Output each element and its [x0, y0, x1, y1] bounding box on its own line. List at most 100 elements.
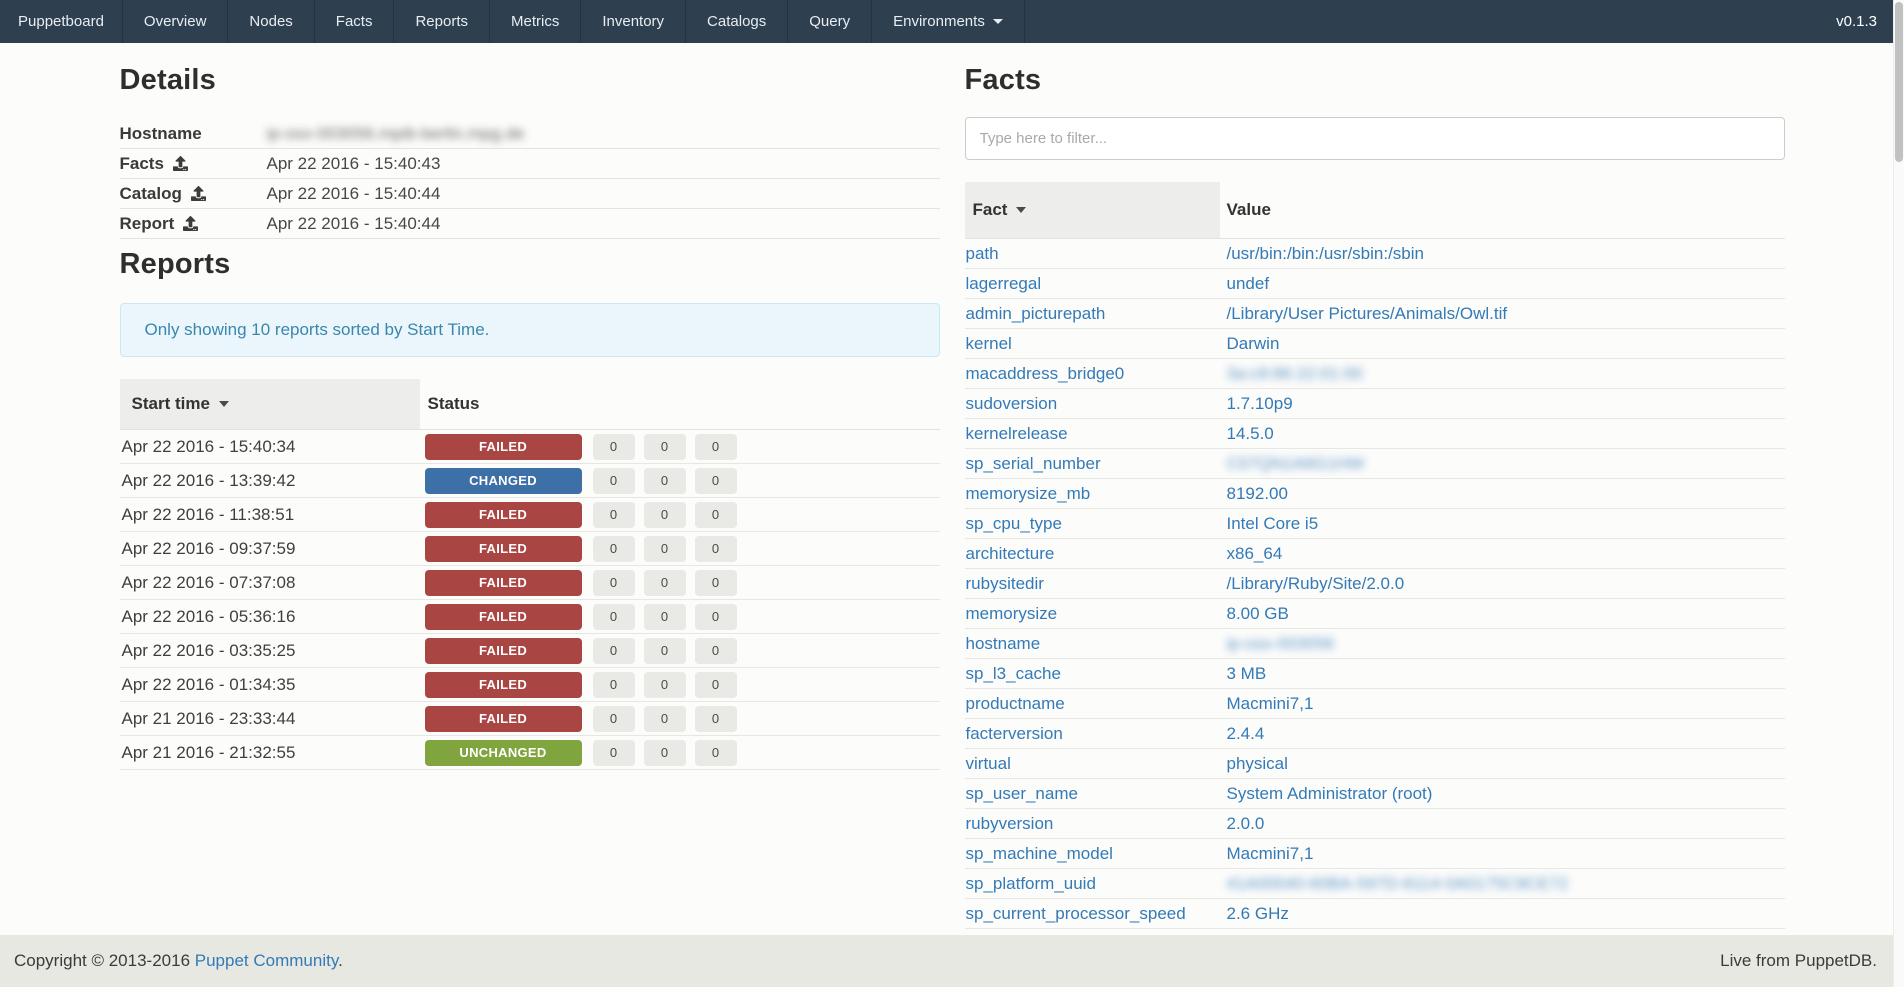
- nav-item-environments[interactable]: Environments: [872, 0, 1025, 43]
- fact-name-link[interactable]: kernelrelease: [966, 424, 1068, 443]
- facts-filter-input[interactable]: [965, 117, 1785, 160]
- nav-item-label: Nodes: [249, 13, 292, 30]
- fact-value-link[interactable]: /usr/bin:/bin:/usr/sbin:/sbin: [1227, 244, 1424, 263]
- fact-value-link[interactable]: Macmini7,1: [1227, 694, 1314, 713]
- status-badge[interactable]: FAILED: [425, 502, 582, 528]
- fact-value-link[interactable]: 8192.00: [1227, 484, 1288, 503]
- column-header-fact[interactable]: Fact: [965, 182, 1220, 239]
- fact-name-link[interactable]: lagerregal: [966, 274, 1042, 293]
- fact-name-link[interactable]: rubysitedir: [966, 574, 1044, 593]
- node-details-column: Details Hostname ip-osx-003056.mpib-berl…: [120, 43, 940, 929]
- puppet-community-link[interactable]: Puppet Community: [195, 951, 338, 970]
- fact-value-link[interactable]: System Administrator (root): [1227, 784, 1433, 803]
- fact-name-link[interactable]: path: [966, 244, 999, 263]
- fact-row: architecture x86_64: [965, 539, 1785, 569]
- fact-row: lagerregal undef: [965, 269, 1785, 299]
- status-badge[interactable]: FAILED: [425, 570, 582, 596]
- fact-value-link[interactable]: x86_64: [1227, 544, 1283, 563]
- count-badge: 0: [593, 468, 635, 494]
- fact-value-link[interactable]: Intel Core i5: [1227, 514, 1319, 533]
- status-badge[interactable]: CHANGED: [425, 468, 582, 494]
- fact-value-link[interactable]: /Library/User Pictures/Animals/Owl.tif: [1227, 304, 1508, 323]
- navbar-items: Overview Nodes Facts Reports Metrics Inv…: [123, 0, 1025, 43]
- fact-name-link[interactable]: productname: [966, 694, 1065, 713]
- status-badge[interactable]: FAILED: [425, 638, 582, 664]
- fact-value-link[interactable]: 41A00040-60BA-597D-8114-0A0175C9CE72: [1227, 874, 1569, 893]
- status-badge[interactable]: FAILED: [425, 604, 582, 630]
- fact-name-link[interactable]: macaddress_bridge0: [966, 364, 1125, 383]
- fact-name-link[interactable]: sp_current_processor_speed: [966, 904, 1186, 923]
- scrollbar-track[interactable]: [1893, 0, 1904, 987]
- nav-item-nodes[interactable]: Nodes: [228, 0, 314, 43]
- fact-value-link[interactable]: physical: [1227, 754, 1288, 773]
- fact-value-link[interactable]: Darwin: [1227, 334, 1280, 353]
- fact-row: sp_user_name System Administrator (root): [965, 779, 1785, 809]
- nav-item-facts[interactable]: Facts: [315, 0, 395, 43]
- nav-item-metrics[interactable]: Metrics: [490, 0, 581, 43]
- report-start-time: Apr 22 2016 - 11:38:51: [120, 498, 420, 532]
- fact-name-link[interactable]: virtual: [966, 754, 1011, 773]
- count-badge: 0: [644, 434, 686, 460]
- fact-value-link[interactable]: 14.5.0: [1227, 424, 1274, 443]
- scrollbar-thumb[interactable]: [1895, 2, 1903, 162]
- upload-icon[interactable]: [191, 186, 206, 201]
- fact-name-link[interactable]: sp_l3_cache: [966, 664, 1061, 683]
- fact-value-link[interactable]: 3a:c9:86:22:01:00: [1227, 364, 1363, 383]
- fact-value-link[interactable]: 8.00 GB: [1227, 604, 1289, 623]
- fact-value-link[interactable]: ip-osx-003056: [1227, 634, 1335, 653]
- fact-name-link[interactable]: architecture: [966, 544, 1055, 563]
- fact-row: virtual physical: [965, 749, 1785, 779]
- fact-name-link[interactable]: kernel: [966, 334, 1012, 353]
- nav-item-label: Inventory: [602, 13, 664, 30]
- fact-name-link[interactable]: memorysize: [966, 604, 1058, 623]
- fact-name-link[interactable]: memorysize_mb: [966, 484, 1091, 503]
- fact-value-link[interactable]: undef: [1227, 274, 1270, 293]
- fact-name-link[interactable]: sp_user_name: [966, 784, 1078, 803]
- fact-row: productname Macmini7,1: [965, 689, 1785, 719]
- status-badge[interactable]: FAILED: [425, 536, 582, 562]
- column-header-status[interactable]: Status: [420, 379, 585, 430]
- fact-value-link[interactable]: 2.0.0: [1227, 814, 1265, 833]
- fact-name-link[interactable]: sudoversion: [966, 394, 1058, 413]
- status-badge[interactable]: UNCHANGED: [425, 740, 582, 766]
- fact-value-link[interactable]: 2.4.4: [1227, 724, 1265, 743]
- column-header-value[interactable]: Value: [1220, 182, 1785, 239]
- fact-name-link[interactable]: sp_machine_model: [966, 844, 1113, 863]
- nav-item-label: Reports: [415, 13, 468, 30]
- count-badge: 0: [593, 672, 635, 698]
- fact-value-link[interactable]: 2.6 GHz: [1227, 904, 1289, 923]
- fact-name-link[interactable]: hostname: [966, 634, 1041, 653]
- fact-value-link[interactable]: 3 MB: [1227, 664, 1267, 683]
- nav-item-reports[interactable]: Reports: [394, 0, 490, 43]
- fact-name-link[interactable]: sp_platform_uuid: [966, 874, 1096, 893]
- fact-value-link[interactable]: 1.7.10p9: [1227, 394, 1293, 413]
- sort-desc-icon: [1016, 207, 1026, 213]
- fact-name-link[interactable]: rubyversion: [966, 814, 1054, 833]
- status-badge[interactable]: FAILED: [425, 434, 582, 460]
- nav-item-overview[interactable]: Overview: [123, 0, 229, 43]
- upload-icon[interactable]: [173, 156, 188, 171]
- fact-name-link[interactable]: sp_cpu_type: [966, 514, 1062, 533]
- fact-name-link[interactable]: sp_serial_number: [966, 454, 1101, 473]
- fact-row: memorysize_mb 8192.00: [965, 479, 1785, 509]
- fact-name-link[interactable]: facterversion: [966, 724, 1063, 743]
- column-header-start-time[interactable]: Start time: [120, 379, 420, 430]
- navbar-brand[interactable]: Puppetboard: [0, 0, 123, 43]
- report-row: Apr 22 2016 - 09:37:59 FAILED 0 0 0: [120, 532, 940, 566]
- fact-value-link[interactable]: /Library/Ruby/Site/2.0.0: [1227, 574, 1405, 593]
- fact-row: kernel Darwin: [965, 329, 1785, 359]
- fact-row: sp_platform_uuid 41A00040-60BA-597D-8114…: [965, 869, 1785, 899]
- nav-item-label: Environments: [893, 13, 985, 30]
- fact-value-link[interactable]: Macmini7,1: [1227, 844, 1314, 863]
- fact-name-link[interactable]: admin_picturepath: [966, 304, 1106, 323]
- nav-item-inventory[interactable]: Inventory: [581, 0, 686, 43]
- fact-row: admin_picturepath /Library/User Pictures…: [965, 299, 1785, 329]
- status-badge[interactable]: FAILED: [425, 706, 582, 732]
- facts-column: Facts Fact Value path /usr/bin:/bin:/usr…: [965, 43, 1785, 929]
- nav-item-query[interactable]: Query: [788, 0, 872, 43]
- fact-value-link[interactable]: C07QN1A6G1HW: [1227, 454, 1365, 473]
- report-start-time: Apr 22 2016 - 15:40:34: [120, 430, 420, 464]
- status-badge[interactable]: FAILED: [425, 672, 582, 698]
- nav-item-catalogs[interactable]: Catalogs: [686, 0, 788, 43]
- upload-icon[interactable]: [183, 216, 198, 231]
